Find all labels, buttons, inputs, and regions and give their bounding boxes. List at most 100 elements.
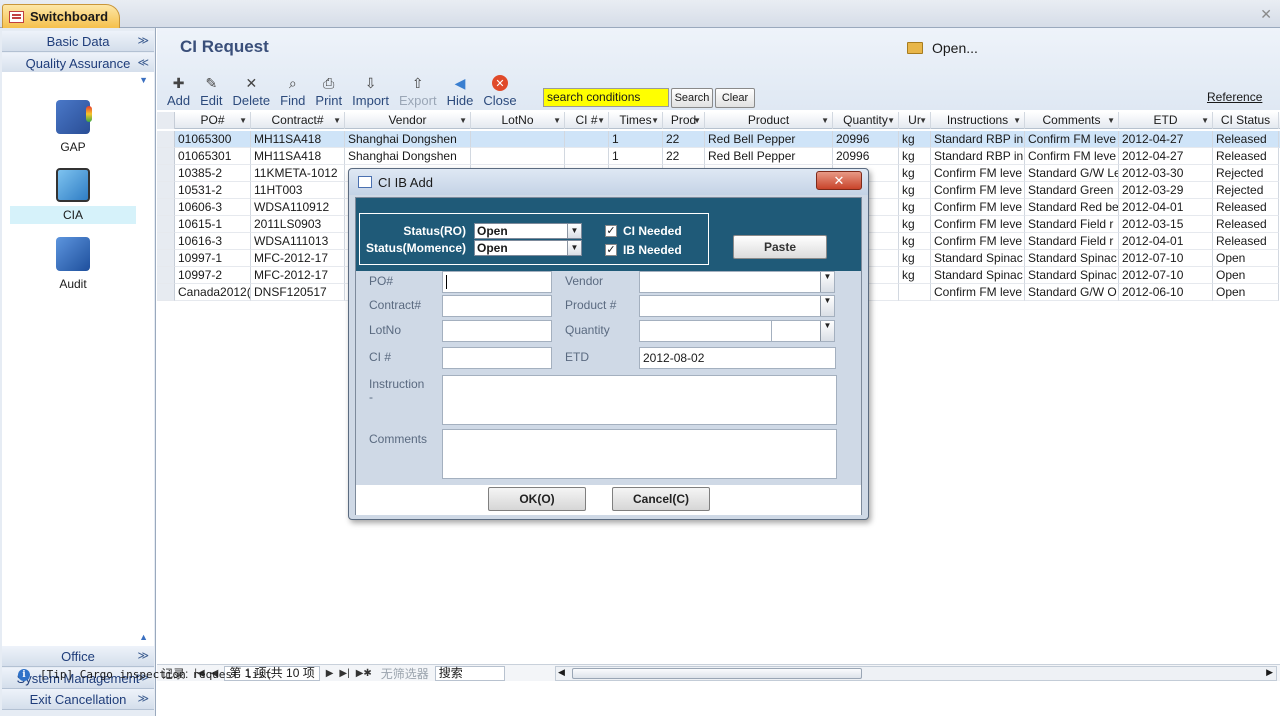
table-cell[interactable]: 2012-03-15 [1119,216,1213,233]
scroll-left-arrow-icon[interactable]: ◀ [558,667,565,678]
chevron-down-icon[interactable]: ▼ [333,112,341,129]
table-cell[interactable]: Standard G/W Le [1025,165,1119,182]
chevron-down-icon[interactable]: ▼ [1013,112,1021,129]
status-ro-select[interactable]: Open ▼ [474,223,582,239]
table-cell[interactable]: Standard Field r [1025,233,1119,250]
table-cell[interactable]: 01065301 [175,148,251,165]
table-cell[interactable]: Confirm FM leve [931,165,1025,182]
scroll-down-arrow-icon[interactable]: ▼ [139,75,148,85]
table-cell[interactable]: kg [899,250,931,267]
tab-switchboard[interactable]: Switchboard [2,4,120,28]
table-cell[interactable]: 10616-3 [175,233,251,250]
po-input[interactable] [442,271,552,293]
chevron-down-icon[interactable]: ▼ [651,112,659,129]
table-cell[interactable] [471,131,565,148]
table-cell[interactable] [565,131,609,148]
sidebar-group-exit-cancellation[interactable]: Exit Cancellation ≫ [2,689,154,710]
chevron-down-icon[interactable]: ▼ [919,112,927,129]
lotno-input[interactable] [442,320,552,342]
table-cell[interactable]: Rejected [1213,165,1279,182]
table-cell[interactable]: Standard Spinac [931,267,1025,284]
table-cell[interactable]: Standard G/W O [1025,284,1119,301]
table-cell[interactable]: Standard Spinac [1025,250,1119,267]
table-cell[interactable]: WDSA110912 [251,199,345,216]
table-cell[interactable]: kg [899,267,931,284]
chevron-down-icon[interactable]: ▼ [1201,112,1209,129]
table-cell[interactable]: Standard Spinac [931,250,1025,267]
column-header[interactable]: Prod ▼ [663,112,705,129]
nav-search-input[interactable]: 搜索 [434,665,505,681]
sidebar-item-audit[interactable]: Audit [10,237,136,299]
paste-button[interactable]: Paste [733,235,827,259]
column-header[interactable]: Contract# ▼ [251,112,345,129]
row-selector[interactable] [157,148,175,165]
table-cell[interactable]: Red Bell Pepper [705,131,833,148]
table-cell[interactable]: 1 [609,148,663,165]
unit-select[interactable]: ▼ [771,320,835,342]
ci-needed-checkbox[interactable]: ✓ CI Needed [605,224,682,238]
table-cell[interactable]: Red Bell Pepper [705,148,833,165]
table-cell[interactable]: 2012-04-01 [1119,199,1213,216]
table-cell[interactable] [565,148,609,165]
no-filter-button[interactable]: 无筛选器 [381,665,429,682]
dialog-close-button[interactable]: ✕ [816,171,862,190]
export-button[interactable]: ⇧ Export [394,72,442,109]
column-header[interactable]: PO# ▼ [175,112,251,129]
table-cell[interactable]: 10606-3 [175,199,251,216]
ok-button[interactable]: OK(O) [488,487,586,511]
table-cell[interactable]: 2012-04-27 [1119,131,1213,148]
table-cell[interactable]: Confirm FM leve [1025,131,1119,148]
table-cell[interactable]: Confirm FM leve [1025,148,1119,165]
table-cell[interactable]: DNSF120517 [251,284,345,301]
sidebar-item-cia[interactable]: CIA [10,168,136,230]
table-cell[interactable]: 2012-04-27 [1119,148,1213,165]
column-header[interactable]: Comments ▼ [1025,112,1119,129]
new-record-icon[interactable]: ▶✱ [356,668,372,679]
horizontal-scrollbar[interactable]: ◀ ▶ [555,666,1277,681]
table-cell[interactable]: Shanghai Dongshen [345,131,471,148]
row-selector[interactable] [157,267,175,284]
table-cell[interactable] [471,148,565,165]
sidebar-group-quality-assurance[interactable]: Quality Assurance ≪ [2,53,154,74]
clear-button[interactable]: Clear [715,88,755,108]
table-cell[interactable]: Released [1213,131,1279,148]
row-selector[interactable] [157,284,175,301]
table-cell[interactable]: 20996 [833,148,899,165]
find-button[interactable]: ⌕ Find [275,72,310,109]
scroll-right-arrow-icon[interactable]: ▶ [1266,667,1273,678]
chevron-down-icon[interactable]: ▼ [459,112,467,129]
chevron-down-icon[interactable]: ▼ [553,112,561,129]
table-cell[interactable]: 20996 [833,131,899,148]
open-button[interactable]: Open... [907,40,978,56]
table-cell[interactable]: kg [899,165,931,182]
next-record-icon[interactable]: ▶ [326,668,334,679]
contract-input[interactable] [442,295,552,317]
column-header[interactable]: ETD ▼ [1119,112,1213,129]
table-cell[interactable]: 2012-03-30 [1119,165,1213,182]
table-cell[interactable]: 10385-2 [175,165,251,182]
close-button[interactable]: ✕ Close [478,72,521,108]
table-cell[interactable]: Canada2012( [175,284,251,301]
table-cell[interactable]: MH11SA418 [251,148,345,165]
column-header[interactable]: Times ▼ [609,112,663,129]
table-cell[interactable]: kg [899,182,931,199]
row-selector[interactable] [157,165,175,182]
column-header[interactable]: Ur ▼ [899,112,931,129]
table-cell[interactable]: Standard RBP in [931,148,1025,165]
table-cell[interactable]: Confirm FM leve [931,182,1025,199]
instruction-textarea[interactable] [442,375,837,425]
row-selector[interactable] [157,182,175,199]
table-cell[interactable]: 10615-1 [175,216,251,233]
row-selector[interactable] [157,216,175,233]
table-cell[interactable]: Released [1213,233,1279,250]
table-cell[interactable]: Open [1213,250,1279,267]
product-select[interactable]: ▼ [639,295,835,317]
row-selector[interactable] [157,199,175,216]
table-cell[interactable] [899,284,931,301]
quantity-input[interactable] [639,320,772,342]
column-header[interactable]: Vendor ▼ [345,112,471,129]
table-cell[interactable]: WDSA111013 [251,233,345,250]
table-row[interactable]: 01065300 MH11SA418 Shanghai Dongshen 1 22 Red… [157,131,1280,148]
table-cell[interactable]: 22 [663,131,705,148]
table-cell[interactable]: 10997-2 [175,267,251,284]
